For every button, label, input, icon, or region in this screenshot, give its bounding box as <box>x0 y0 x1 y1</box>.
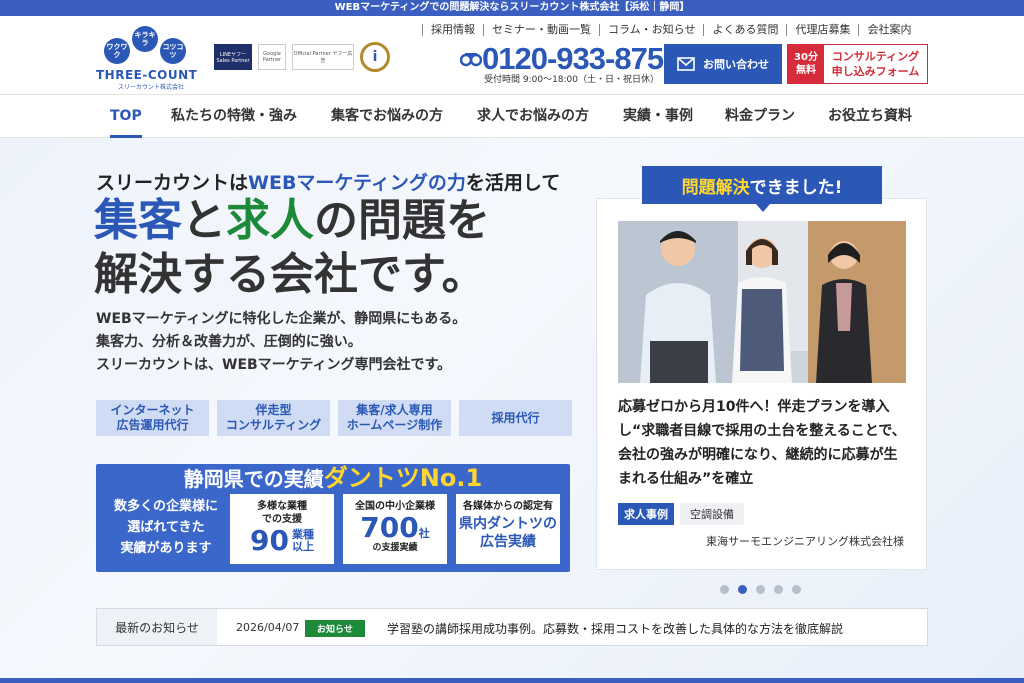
record-card-value: 県内ダントツの <box>459 516 557 532</box>
case-study-card[interactable]: 応募ゼロから月10件へ！伴走プランを導入し“求職者目線で採用の土台を整えることで… <box>596 198 927 570</box>
carousel-dot-active[interactable] <box>738 585 747 594</box>
bottom-strip <box>0 678 1024 683</box>
hero-desc-line: 集客力、分析＆改善力が、圧倒的に強い。 <box>96 334 362 350</box>
case-photo <box>618 221 906 383</box>
phone-hours: 受付時間 9:00〜18:00（土・日・祝日休） <box>484 75 660 85</box>
certification-badge: i <box>360 42 390 72</box>
news-category-badge: お知らせ <box>305 620 365 637</box>
util-link-faq[interactable]: よくある質問 <box>703 24 786 36</box>
carousel-dots <box>720 585 801 594</box>
yahoo-ads-partner-badge: Official Partner ヤフー広告 <box>292 44 354 70</box>
nav-attract-customers[interactable]: 集客でお悩みの方 <box>331 95 443 138</box>
logo-bubble: コツコツ <box>160 38 186 64</box>
record-title-highlight: ダントツNo.1 <box>323 464 483 492</box>
phone-block[interactable]: 0120-933-875 受付時間 9:00〜18:00（土・日・祝日休） <box>458 40 664 90</box>
record-title: 静岡県での実績ダントツNo.1 <box>96 458 570 493</box>
headline-attract: 集客 <box>94 195 182 246</box>
case-description: 応募ゼロから月10件へ！伴走プランを導入し“求職者目線で採用の土台を整えることで… <box>618 399 906 487</box>
util-link-company[interactable]: 会社案内 <box>858 24 919 36</box>
record-card-footer: の支援実績 <box>372 543 418 553</box>
google-partner-badge: Google Partner <box>258 44 286 70</box>
hero-lead-highlight: WEBマーケティングの力 <box>248 172 466 194</box>
service-consulting[interactable]: 伴走型 コンサルティング <box>217 400 330 436</box>
top-strip: WEBマーケティングでの問題解決ならスリーカウント株式会社【浜松｜静岡】 <box>0 0 1024 16</box>
case-tags: 求人事例 空調設備 <box>618 503 744 525</box>
logo-name: THREE-COUNT <box>96 68 198 82</box>
record-card-industries: 多様な業種 での支援 90 業種 以上 <box>230 494 334 564</box>
hero-desc-line: WEBマーケティングに特化した企業が、静岡県にもある。 <box>96 311 467 327</box>
carousel-dot[interactable] <box>792 585 801 594</box>
util-link-column[interactable]: コラム・お知らせ <box>599 24 703 36</box>
carousel-dot[interactable] <box>774 585 783 594</box>
record-card-companies: 全国の中小企業様 700社 の支援実績 <box>343 494 447 564</box>
record-card-value: 700 <box>360 511 419 544</box>
record-banner: 静岡県での実績ダントツNo.1 数多くの企業様に 選ばれてきた 実績があります … <box>96 464 570 572</box>
hero-lead-part: スリーカウントは <box>96 172 249 194</box>
logo-subtitle: スリーカウント株式会社 <box>118 84 185 91</box>
util-link-recruit[interactable]: 採用情報 <box>422 24 483 36</box>
contact-button[interactable]: お問い合わせ <box>664 44 782 84</box>
hero-description: WEBマーケティングに特化した企業が、静岡県にもある。 集客力、分析＆改善力が、… <box>96 308 466 377</box>
nav-features[interactable]: 私たちの特徴・強み <box>171 95 297 138</box>
free-30min-tag: 30分 無料 <box>788 45 824 83</box>
nav-pricing[interactable]: 料金プラン <box>725 95 795 138</box>
service-ad-operation[interactable]: インターネット 広告運用代行 <box>96 400 209 436</box>
news-heading: 最新のお知らせ <box>97 609 217 645</box>
service-recruiting-agency[interactable]: 採用代行 <box>459 400 572 436</box>
hero-lead: スリーカウントはWEBマーケティングの力を活用して <box>96 168 560 195</box>
partner-badges: LINEヤフー Sales Partner Google Partner Off… <box>214 42 390 72</box>
record-card-unit: 業種 以上 <box>291 528 314 553</box>
logo-bubbles: ワクワク キラキラ コツコツ <box>100 26 188 68</box>
headline-recruit: 求人 <box>226 195 314 246</box>
free-dial-icon <box>460 53 482 67</box>
case-heading-highlight: 問題解決 <box>681 177 750 198</box>
carousel-dot[interactable] <box>756 585 765 594</box>
contact-button-label: お問い合わせ <box>703 58 769 71</box>
case-heading-label: 問題解決 できました! <box>642 166 882 212</box>
logo-bubble: ワクワク <box>104 38 130 64</box>
carousel-dot[interactable] <box>720 585 729 594</box>
team-photo-illustration <box>618 221 906 383</box>
nav-recruiting[interactable]: 求人でお悩みの方 <box>477 95 589 138</box>
service-tags: インターネット 広告運用代行 伴走型 コンサルティング 集客/求人専用 ホームペ… <box>96 400 572 436</box>
record-title-part: での実績 <box>243 467 324 491</box>
record-card-value: 広告実績 <box>480 534 536 550</box>
headline-part: と <box>182 195 226 246</box>
hero-desc-line: スリーカウントは、WEBマーケティング専門会社です。 <box>96 357 452 373</box>
service-website[interactable]: 集客/求人専用 ホームページ制作 <box>338 400 451 436</box>
consulting-form-label: コンサルティング 申し込みフォーム <box>831 50 920 78</box>
case-tag-recruiting[interactable]: 求人事例 <box>618 503 674 525</box>
hero-section: スリーカウントはWEBマーケティングの力を活用して 集客と求人の問題を 解決する… <box>0 138 1024 683</box>
record-card-value: 90 <box>250 524 289 557</box>
headline-part: 解決する会社です。 <box>94 249 486 300</box>
news-bar: 最新のお知らせ 2026/04/07 お知らせ 学習塾の講師採用成功事例。応募数… <box>96 608 928 646</box>
site-logo[interactable]: ワクワク キラキラ コツコツ THREE-COUNT スリーカウント株式会社 <box>96 24 197 91</box>
hero-headline: 集客と求人の問題を 解決する会社です。 <box>94 194 490 302</box>
util-link-agency[interactable]: 代理店募集 <box>786 24 858 36</box>
site-header: ワクワク キラキラ コツコツ THREE-COUNT スリーカウント株式会社 L… <box>0 16 1024 94</box>
record-title-part: 静岡県 <box>183 467 244 491</box>
record-card-caption: 多様な業種 での支援 <box>257 501 307 525</box>
logo-bubble: キラキラ <box>132 26 158 52</box>
nav-resources[interactable]: お役立ち資料 <box>828 95 912 138</box>
line-yahoo-partner-badge: LINEヤフー Sales Partner <box>214 44 252 70</box>
case-company-name: 東海サーモエンジニアリング株式会社様 <box>706 535 904 548</box>
record-left-text: 数多くの企業様に 選ばれてきた 実績があります <box>113 499 218 556</box>
nav-top[interactable]: TOP <box>110 95 142 138</box>
case-heading-part: できました! <box>749 177 843 198</box>
case-tag-industry[interactable]: 空調設備 <box>680 503 744 525</box>
news-title-link[interactable]: 学習塾の講師採用成功事例。応募数・採用コストを改善した具体的な方法を徹底解説 <box>387 620 843 637</box>
news-date: 2026/04/07 <box>236 621 300 634</box>
consulting-form-button[interactable]: 30分 無料 コンサルティング 申し込みフォーム <box>787 44 928 84</box>
record-card-caption: 各媒体からの認定有 <box>463 501 553 512</box>
utility-nav: 採用情報 セミナー・動画一覧 コラム・お知らせ よくある質問 代理店募集 会社案… <box>422 24 919 36</box>
mail-icon <box>677 57 695 71</box>
nav-cases[interactable]: 実績・事例 <box>623 95 693 138</box>
record-card-unit: 社 <box>418 527 430 540</box>
headline-part: の問題を <box>314 195 490 246</box>
main-nav: TOP 私たちの特徴・強み 集客でお悩みの方 求人でお悩みの方 実績・事例 料金… <box>0 94 1024 138</box>
util-link-seminar[interactable]: セミナー・動画一覧 <box>483 24 599 36</box>
record-card-ads: 各媒体からの認定有 県内ダントツの 広告実績 <box>456 494 560 564</box>
hero-lead-part: を活用して <box>465 172 561 194</box>
